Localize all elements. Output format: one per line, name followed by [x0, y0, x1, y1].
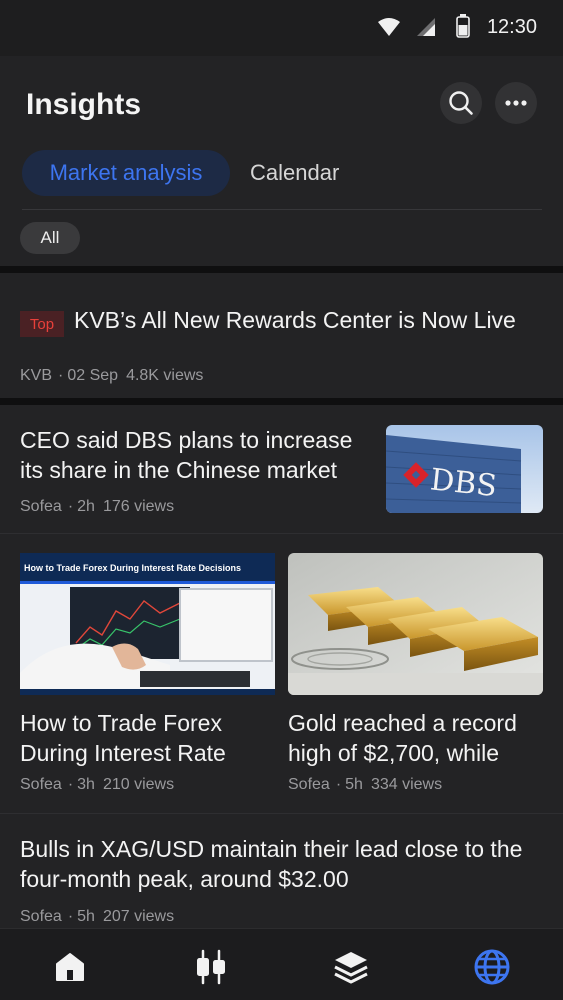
header: Insights Market analysis Calendar All — [0, 56, 563, 266]
article-meta: Sofea · 5h 334 views — [288, 776, 443, 793]
nav-products[interactable] — [331, 947, 371, 987]
article-date: 02 Sep — [67, 367, 119, 384]
nav-home[interactable] — [50, 947, 90, 987]
article-time: 5h — [345, 776, 363, 793]
search-icon — [449, 91, 473, 115]
article-author: Sofea — [288, 776, 330, 793]
top-badge: Top — [20, 311, 64, 337]
bottom-nav — [0, 928, 563, 1000]
search-button[interactable] — [440, 82, 482, 124]
article-author: Sofea — [20, 776, 62, 793]
article-thumbnail — [288, 553, 543, 695]
grid-item[interactable]: How to Trade Forex During Interest Rate … — [20, 553, 276, 803]
article-author: Sofea — [20, 908, 62, 925]
more-icon — [505, 100, 527, 106]
signal-icon — [417, 18, 435, 36]
article-title: How to Trade Forex During Interest Rate … — [20, 710, 226, 766]
article-views: 210 views — [102, 776, 175, 793]
article-views: 334 views — [370, 776, 443, 793]
layers-icon — [334, 952, 368, 984]
article-author: KVB — [20, 367, 53, 384]
article-meta: Sofea · 2h 176 views — [20, 498, 175, 515]
article-title: CEO said DBS plans to increase its share… — [20, 427, 353, 483]
article-author: Sofea — [20, 498, 62, 515]
battery-icon — [456, 14, 470, 38]
list-item[interactable]: Bulls in XAG/USD maintain their lead clo… — [0, 814, 563, 928]
article-views: 207 views — [102, 908, 175, 925]
globe-icon — [474, 949, 510, 985]
filter-chip-all[interactable]: All — [20, 222, 80, 254]
article-time: 5h — [77, 908, 95, 925]
article-title: Bulls in XAG/USD maintain their lead clo… — [20, 836, 523, 892]
article-thumbnail: DBS — [386, 425, 543, 513]
row-divider — [0, 533, 563, 534]
top-article-card[interactable]: Top KVB’s All New Rewards Center is Now … — [0, 273, 563, 398]
article-title: Gold reached a record high of $2,700, wh… — [288, 710, 517, 766]
article-list: CEO said DBS plans to increase its share… — [0, 405, 563, 928]
home-icon — [56, 953, 84, 981]
nav-insights[interactable] — [472, 947, 512, 987]
section-separator — [0, 398, 563, 405]
status-time: 12:30 — [486, 16, 537, 38]
article-time: 3h — [77, 776, 95, 793]
article-views: 176 views — [102, 498, 175, 515]
candlestick-icon — [197, 949, 225, 985]
dbs-sign-text: DBS — [429, 462, 499, 504]
list-item[interactable]: CEO said DBS plans to increase its share… — [0, 405, 563, 533]
page-title: Insights — [26, 88, 142, 121]
article-meta: KVB · 02 Sep 4.8K views — [20, 367, 204, 384]
thumbnail-caption: How to Trade Forex During Interest Rate … — [24, 563, 241, 573]
status-bar: 12:30 — [0, 0, 563, 56]
more-button[interactable] — [495, 82, 537, 124]
tabs-divider — [22, 209, 542, 210]
article-views: 4.8K views — [126, 367, 204, 384]
tab-market-analysis[interactable]: Market analysis — [22, 150, 230, 196]
nav-markets[interactable] — [191, 947, 231, 987]
section-separator — [0, 266, 563, 273]
article-thumbnail: How to Trade Forex During Interest Rate … — [20, 553, 275, 695]
article-meta: Sofea · 5h 207 views — [20, 908, 175, 925]
article-time: 2h — [77, 498, 95, 515]
grid-item[interactable]: Gold reached a record high of $2,700, wh… — [288, 553, 544, 803]
wifi-icon — [378, 18, 400, 36]
article-title: KVB’s All New Rewards Center is Now Live — [74, 307, 516, 333]
article-meta: Sofea · 3h 210 views — [20, 776, 175, 793]
tab-calendar[interactable]: Calendar — [250, 150, 339, 196]
